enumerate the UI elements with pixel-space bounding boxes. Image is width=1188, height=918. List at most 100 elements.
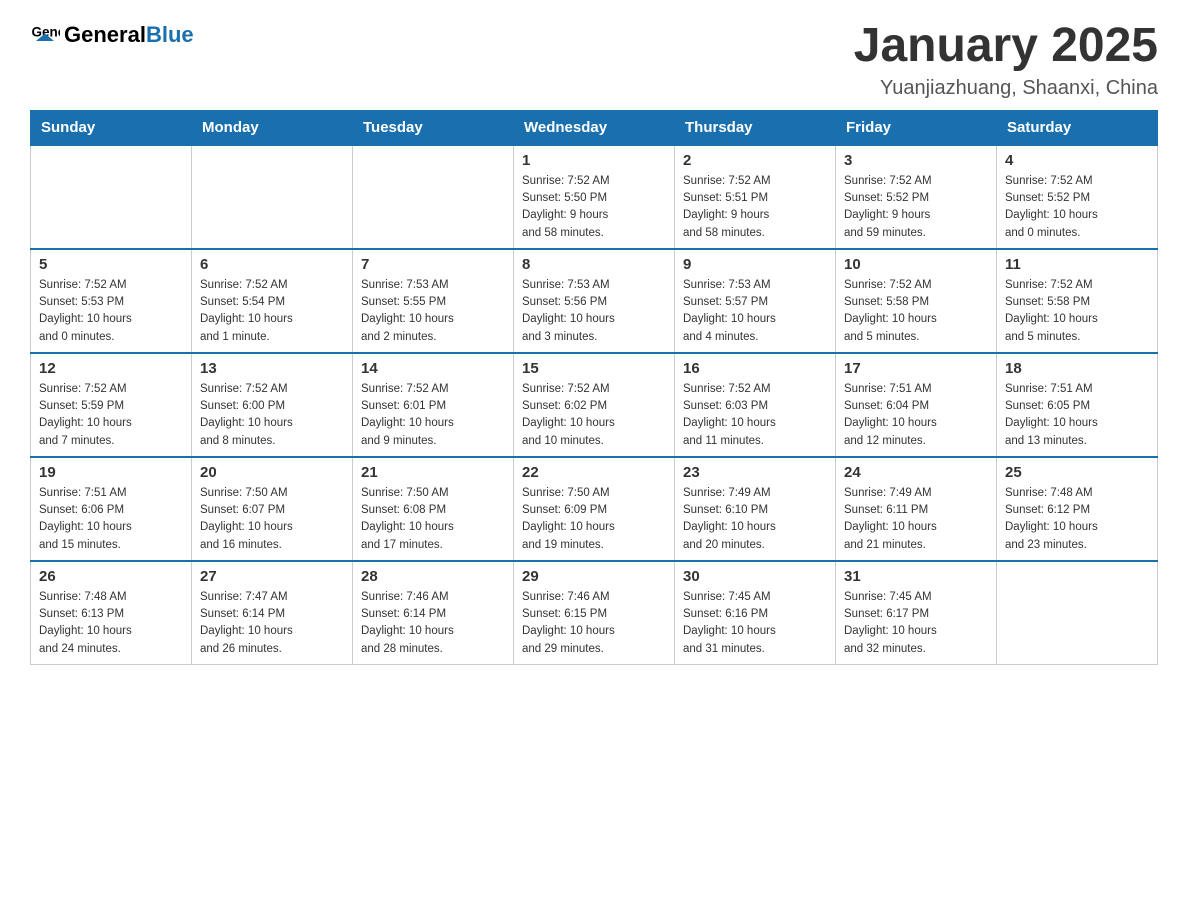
header-wednesday: Wednesday: [514, 110, 675, 145]
calendar-table: SundayMondayTuesdayWednesdayThursdayFrid…: [30, 110, 1158, 665]
day-number: 29: [522, 568, 666, 585]
day-info: Sunrise: 7:52 AMSunset: 5:53 PMDaylight:…: [39, 277, 183, 346]
calendar-cell: 3Sunrise: 7:52 AMSunset: 5:52 PMDaylight…: [836, 145, 997, 249]
day-info: Sunrise: 7:46 AMSunset: 6:14 PMDaylight:…: [361, 589, 505, 658]
calendar-cell: 31 Sunrise: 7:45 AMSunset: 6:17 PMDayligh…: [836, 561, 997, 665]
calendar-cell: 24 Sunrise: 7:49 AMSunset: 6:11 PMDayligh…: [836, 457, 997, 561]
calendar-cell: 10 Sunrise: 7:52 AMSunset: 5:58 PMDayligh…: [836, 249, 997, 353]
calendar-cell: 6 Sunrise: 7:52 AMSunset: 5:54 PMDaylight…: [192, 249, 353, 353]
day-number: 18: [1005, 360, 1149, 377]
calendar-cell: 2 Sunrise: 7:52 AMSunset: 5:51 PMDaylight…: [675, 145, 836, 249]
calendar-header-row: SundayMondayTuesdayWednesdayThursdayFrid…: [31, 110, 1158, 145]
header-thursday: Thursday: [675, 110, 836, 145]
header-saturday: Saturday: [997, 110, 1158, 145]
day-number: 20: [200, 464, 344, 481]
page-header: General GeneralBlue January 2025 Yuanjia…: [30, 20, 1158, 100]
calendar-cell: 27 Sunrise: 7:47 AMSunset: 6:14 PMDayligh…: [192, 561, 353, 665]
calendar-cell: 21Sunrise: 7:50 AMSunset: 6:08 PMDayligh…: [353, 457, 514, 561]
day-number: 2: [683, 152, 827, 169]
day-info: Sunrise: 7:52 AMSunset: 5:54 PMDaylight:…: [200, 277, 344, 346]
calendar-cell: 23 Sunrise: 7:49 AMSunset: 6:10 PMDayligh…: [675, 457, 836, 561]
day-info: Sunrise: 7:51 AMSunset: 6:06 PMDaylight:…: [39, 485, 183, 554]
calendar-cell: [31, 145, 192, 249]
calendar-cell: [353, 145, 514, 249]
location-title: Yuanjiazhuang, Shaanxi, China: [854, 77, 1158, 100]
day-number: 16: [683, 360, 827, 377]
calendar-cell: 1 Sunrise: 7:52 AMSunset: 5:50 PMDaylight…: [514, 145, 675, 249]
day-number: 14: [361, 360, 505, 377]
day-number: 12: [39, 360, 183, 377]
day-number: 19: [39, 464, 183, 481]
calendar-week-row: 1 Sunrise: 7:52 AMSunset: 5:50 PMDaylight…: [31, 145, 1158, 249]
month-title: January 2025: [854, 20, 1158, 73]
calendar-week-row: 12 Sunrise: 7:52 AMSunset: 5:59 PMDayligh…: [31, 353, 1158, 457]
day-info: Sunrise: 7:49 AMSunset: 6:11 PMDaylight:…: [844, 485, 988, 554]
title-block: January 2025 Yuanjiazhuang, Shaanxi, Chi…: [854, 20, 1158, 100]
day-number: 15: [522, 360, 666, 377]
calendar-cell: 9 Sunrise: 7:53 AMSunset: 5:57 PMDaylight…: [675, 249, 836, 353]
day-number: 25: [1005, 464, 1149, 481]
day-number: 23: [683, 464, 827, 481]
calendar-cell: 11 Sunrise: 7:52 AMSunset: 5:58 PMDayligh…: [997, 249, 1158, 353]
logo-icon: General: [30, 20, 60, 50]
day-info: Sunrise: 7:49 AMSunset: 6:10 PMDaylight:…: [683, 485, 827, 554]
day-info: Sunrise: 7:53 AMSunset: 5:57 PMDaylight:…: [683, 277, 827, 346]
day-number: 11: [1005, 256, 1149, 273]
day-number: 10: [844, 256, 988, 273]
day-number: 22: [522, 464, 666, 481]
calendar-cell: 4Sunrise: 7:52 AMSunset: 5:52 PMDaylight…: [997, 145, 1158, 249]
calendar-week-row: 5 Sunrise: 7:52 AMSunset: 5:53 PMDaylight…: [31, 249, 1158, 353]
header-monday: Monday: [192, 110, 353, 145]
calendar-cell: 14 Sunrise: 7:52 AMSunset: 6:01 PMDayligh…: [353, 353, 514, 457]
day-info: Sunrise: 7:52 AMSunset: 5:52 PMDaylight:…: [844, 173, 988, 242]
day-number: 27: [200, 568, 344, 585]
day-info: Sunrise: 7:46 AMSunset: 6:15 PMDaylight:…: [522, 589, 666, 658]
calendar-cell: 16Sunrise: 7:52 AMSunset: 6:03 PMDayligh…: [675, 353, 836, 457]
calendar-cell: [997, 561, 1158, 665]
calendar-cell: [192, 145, 353, 249]
day-info: Sunrise: 7:50 AMSunset: 6:09 PMDaylight:…: [522, 485, 666, 554]
calendar-week-row: 26 Sunrise: 7:48 AMSunset: 6:13 PMDayligh…: [31, 561, 1158, 665]
day-number: 9: [683, 256, 827, 273]
day-info: Sunrise: 7:45 AMSunset: 6:16 PMDaylight:…: [683, 589, 827, 658]
day-info: Sunrise: 7:47 AMSunset: 6:14 PMDaylight:…: [200, 589, 344, 658]
day-info: Sunrise: 7:52 AMSunset: 5:51 PMDaylight:…: [683, 173, 827, 242]
day-info: Sunrise: 7:52 AMSunset: 5:59 PMDaylight:…: [39, 381, 183, 450]
header-sunday: Sunday: [31, 110, 192, 145]
day-number: 8: [522, 256, 666, 273]
calendar-cell: 17Sunrise: 7:51 AMSunset: 6:04 PMDayligh…: [836, 353, 997, 457]
day-info: Sunrise: 7:48 AMSunset: 6:12 PMDaylight:…: [1005, 485, 1149, 554]
day-number: 24: [844, 464, 988, 481]
day-info: Sunrise: 7:52 AMSunset: 5:58 PMDaylight:…: [844, 277, 988, 346]
calendar-cell: 13 Sunrise: 7:52 AMSunset: 6:00 PMDayligh…: [192, 353, 353, 457]
day-info: Sunrise: 7:52 AMSunset: 6:01 PMDaylight:…: [361, 381, 505, 450]
header-tuesday: Tuesday: [353, 110, 514, 145]
day-number: 28: [361, 568, 505, 585]
calendar-cell: 15Sunrise: 7:52 AMSunset: 6:02 PMDayligh…: [514, 353, 675, 457]
calendar-cell: 28 Sunrise: 7:46 AMSunset: 6:14 PMDayligh…: [353, 561, 514, 665]
day-info: Sunrise: 7:51 AMSunset: 6:05 PMDaylight:…: [1005, 381, 1149, 450]
day-info: Sunrise: 7:48 AMSunset: 6:13 PMDaylight:…: [39, 589, 183, 658]
calendar-cell: 29 Sunrise: 7:46 AMSunset: 6:15 PMDayligh…: [514, 561, 675, 665]
day-number: 26: [39, 568, 183, 585]
day-info: Sunrise: 7:52 AMSunset: 6:00 PMDaylight:…: [200, 381, 344, 450]
calendar-cell: 19 Sunrise: 7:51 AMSunset: 6:06 PMDayligh…: [31, 457, 192, 561]
logo-blue-text: Blue: [146, 22, 194, 47]
day-number: 1: [522, 152, 666, 169]
day-info: Sunrise: 7:53 AMSunset: 5:55 PMDaylight:…: [361, 277, 505, 346]
day-number: 6: [200, 256, 344, 273]
calendar-cell: 12 Sunrise: 7:52 AMSunset: 5:59 PMDayligh…: [31, 353, 192, 457]
day-info: Sunrise: 7:45 AMSunset: 6:17 PMDaylight:…: [844, 589, 988, 658]
calendar-cell: 25 Sunrise: 7:48 AMSunset: 6:12 PMDayligh…: [997, 457, 1158, 561]
day-info: Sunrise: 7:50 AMSunset: 6:08 PMDaylight:…: [361, 485, 505, 554]
day-number: 17: [844, 360, 988, 377]
calendar-cell: 5 Sunrise: 7:52 AMSunset: 5:53 PMDaylight…: [31, 249, 192, 353]
day-number: 5: [39, 256, 183, 273]
logo-general-text: General: [64, 22, 146, 47]
day-info: Sunrise: 7:53 AMSunset: 5:56 PMDaylight:…: [522, 277, 666, 346]
day-info: Sunrise: 7:52 AMSunset: 5:50 PMDaylight:…: [522, 173, 666, 242]
header-friday: Friday: [836, 110, 997, 145]
day-info: Sunrise: 7:52 AMSunset: 5:58 PMDaylight:…: [1005, 277, 1149, 346]
day-number: 13: [200, 360, 344, 377]
day-number: 31: [844, 568, 988, 585]
